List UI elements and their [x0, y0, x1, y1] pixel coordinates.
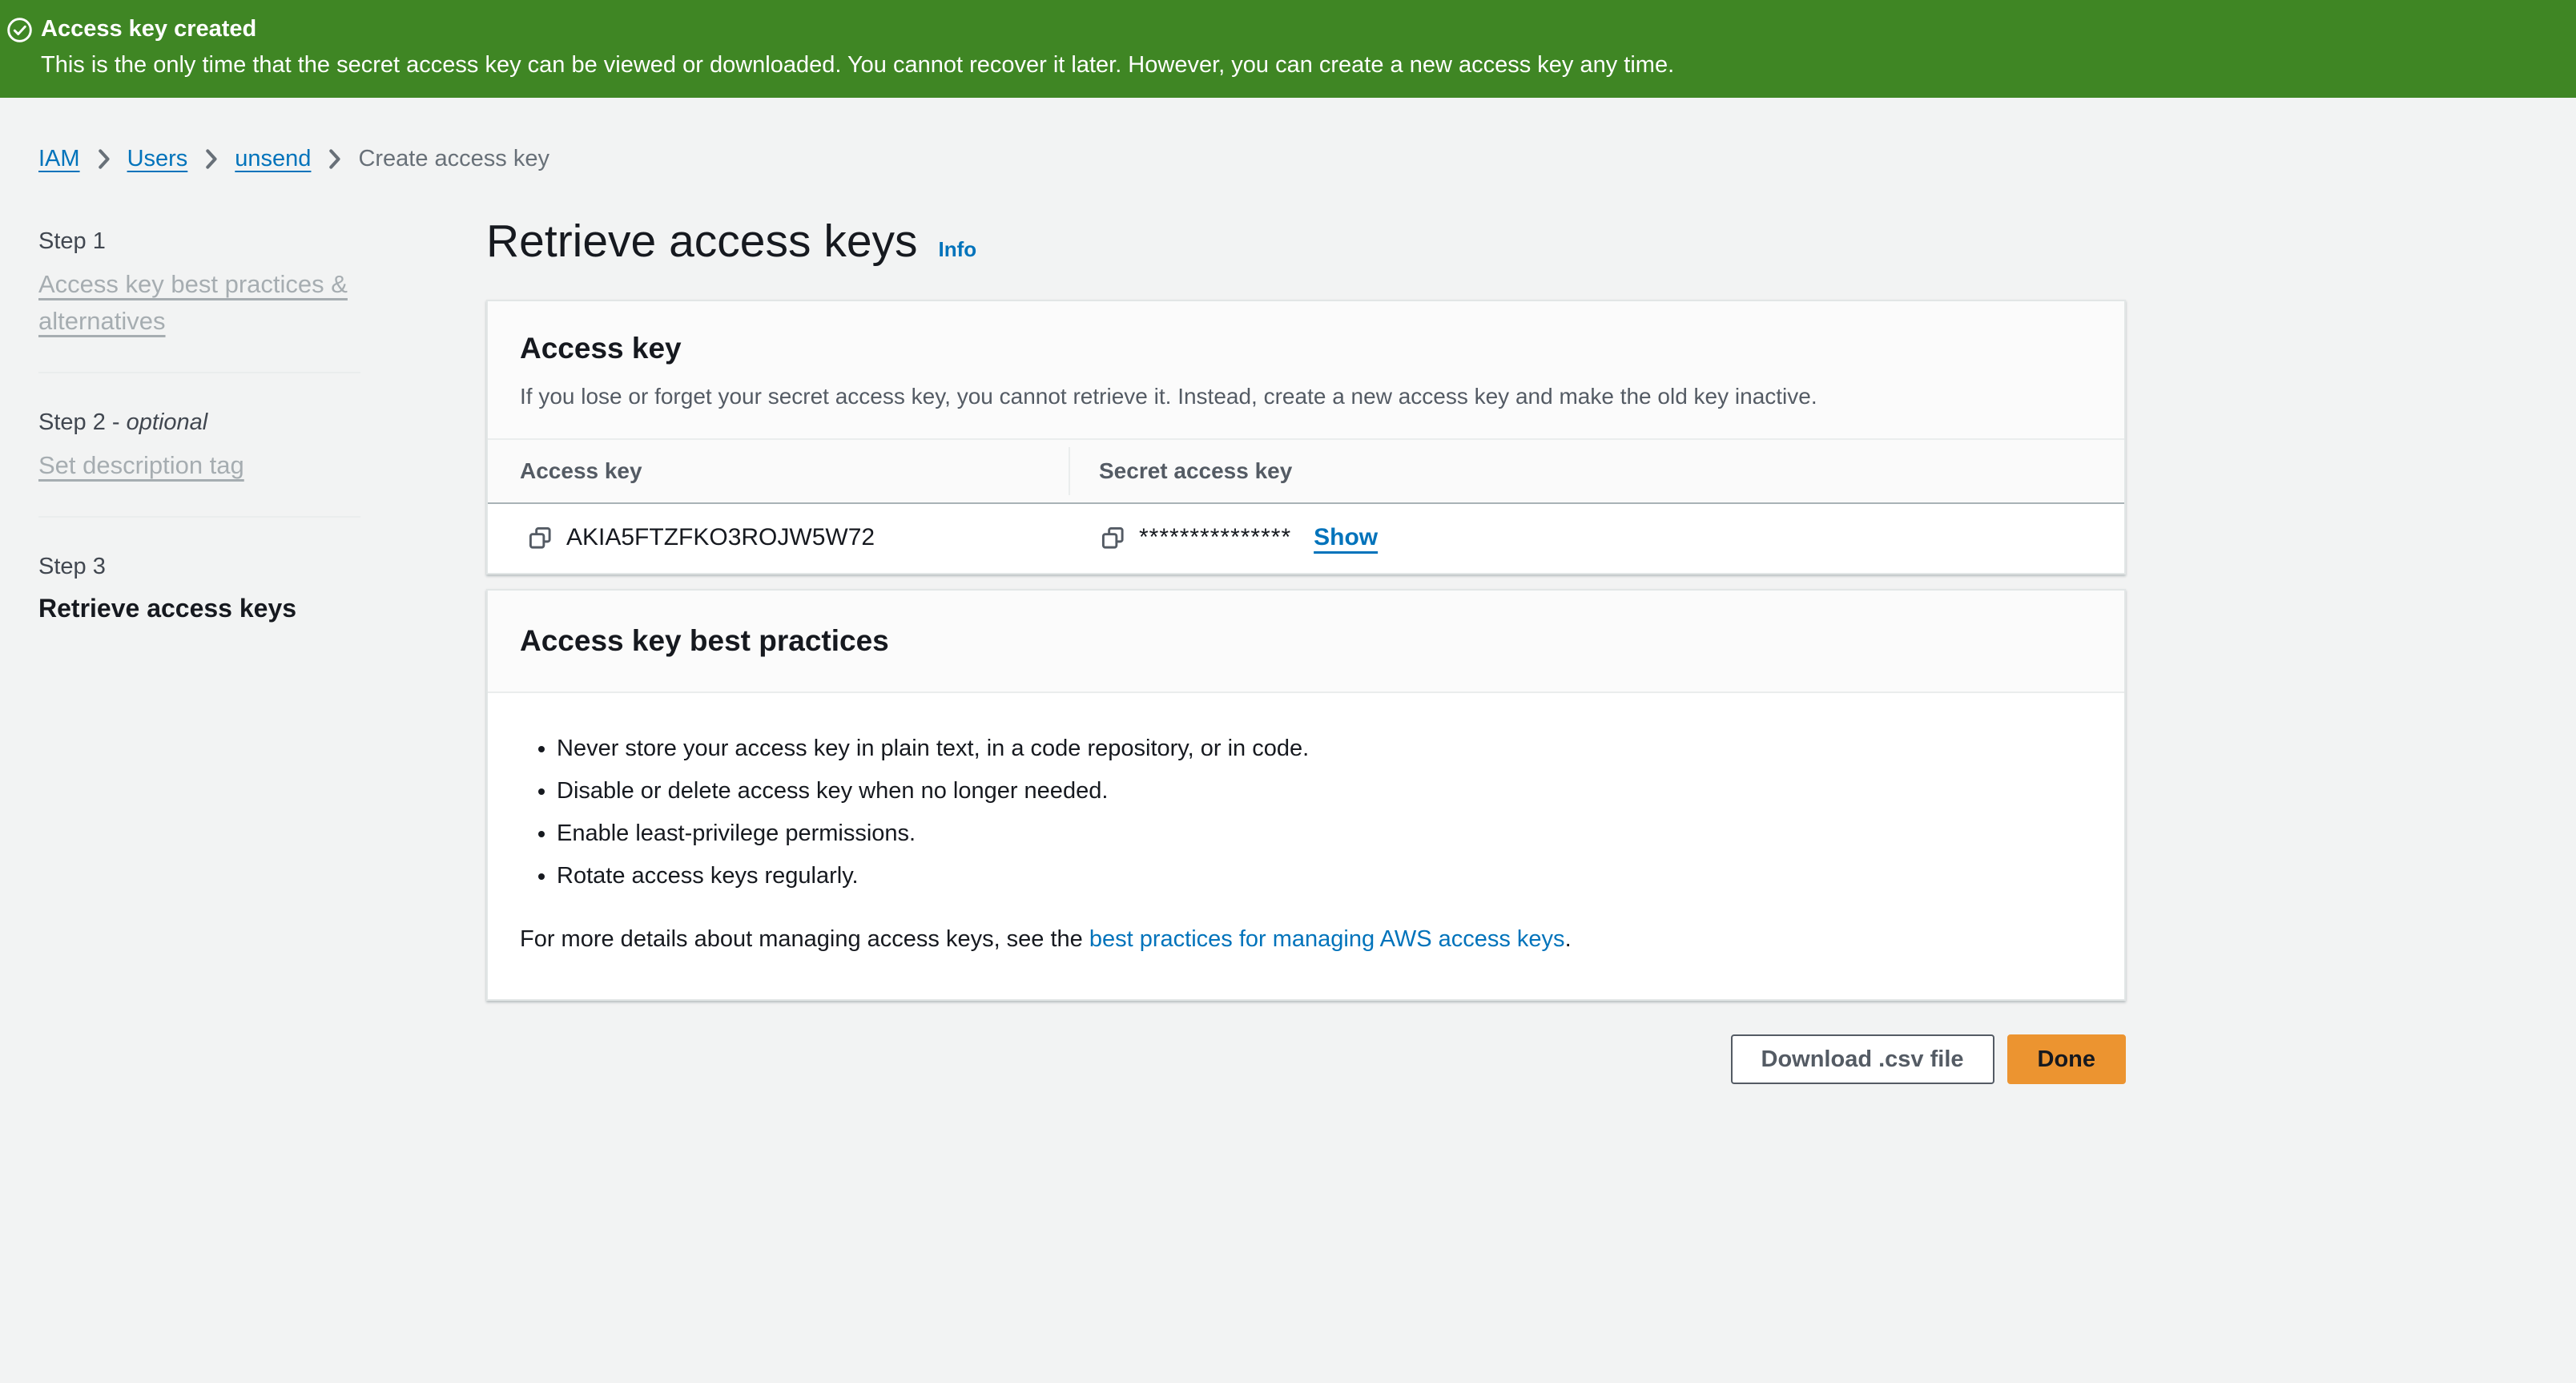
done-button[interactable]: Done	[2007, 1034, 2127, 1084]
breadcrumb-link-users[interactable]: Users	[127, 144, 188, 173]
page-title-row: Retrieve access keys Info	[486, 215, 2126, 268]
column-header-secret-access-key: Secret access key	[1069, 440, 2124, 502]
info-link[interactable]: Info	[939, 237, 977, 262]
secret-key-cell: *************** Show	[1069, 524, 2124, 551]
access-key-card-header: Access key If you lose or forget your se…	[488, 301, 2124, 440]
page-root: Access key created This is the only time…	[0, 0, 2576, 1084]
flash-message: This is the only time that the secret ac…	[41, 50, 1674, 80]
breadcrumb-current: Create access key	[358, 144, 549, 173]
column-header-access-key: Access key	[488, 440, 1069, 502]
success-flashbar: Access key created This is the only time…	[0, 0, 2576, 98]
step-divider	[38, 372, 360, 373]
step3-label: Step 3	[38, 551, 360, 582]
wizard-step-1: Step 1 Access key best practices & alter…	[38, 226, 360, 340]
download-csv-button[interactable]: Download .csv file	[1731, 1034, 1994, 1084]
list-item: Rotate access keys regularly.	[557, 862, 2092, 889]
step-divider	[38, 516, 360, 518]
access-key-card-description: If you lose or forget your secret access…	[520, 381, 2092, 411]
page-title: Retrieve access keys	[486, 215, 918, 268]
step2-label: Step 2 - optional	[38, 407, 360, 437]
access-key-cell: AKIA5FTZFKO3ROJW5W72	[488, 524, 1069, 551]
content-layout: Step 1 Access key best practices & alter…	[38, 215, 2576, 1084]
show-secret-link[interactable]: Show	[1314, 524, 1378, 551]
list-item: Disable or delete access key when no lon…	[557, 777, 2092, 804]
best-practices-footer: For more details about managing access k…	[520, 925, 2092, 954]
footer-prefix-text: For more details about managing access k…	[520, 926, 1089, 952]
access-key-value: AKIA5FTZFKO3ROJW5W72	[566, 524, 875, 551]
success-checkmark-icon	[6, 17, 33, 43]
best-practices-link[interactable]: best practices for managing AWS access k…	[1089, 926, 1565, 952]
breadcrumb-link-unsend[interactable]: unsend	[235, 144, 311, 173]
flash-text: Access key created This is the only time…	[41, 14, 1674, 80]
access-key-card: Access key If you lose or forget your se…	[486, 300, 2126, 575]
step3-current-title: Retrieve access keys	[38, 590, 360, 627]
table-header-row: Access key Secret access key	[488, 440, 2124, 504]
step2-link[interactable]: Set description tag	[38, 451, 244, 479]
best-practices-card-header: Access key best practices	[488, 591, 2124, 693]
best-practices-card: Access key best practices Never store yo…	[486, 589, 2126, 1001]
best-practices-list: Never store your access key in plain tex…	[520, 735, 2092, 889]
best-practices-title: Access key best practices	[520, 624, 2092, 658]
access-key-card-title: Access key	[520, 332, 2092, 365]
wizard-step-2: Step 2 - optional Set description tag	[38, 407, 360, 484]
step1-link[interactable]: Access key best practices & alternatives	[38, 270, 348, 335]
copy-secret-key-button[interactable]	[1101, 526, 1125, 550]
breadcrumb: IAM Users unsend Create access key	[38, 144, 2576, 173]
chevron-right-icon	[97, 148, 111, 170]
chevron-right-icon	[204, 148, 218, 170]
wizard-actions: Download .csv file Done	[486, 1034, 2126, 1084]
step1-label: Step 1	[38, 226, 360, 256]
chevron-right-icon	[328, 148, 341, 170]
list-item: Enable least-privilege permissions.	[557, 820, 2092, 847]
breadcrumb-link-iam[interactable]: IAM	[38, 144, 80, 173]
step2-separator: -	[106, 409, 127, 435]
secret-access-key-masked: ***************	[1139, 524, 1291, 551]
step2-optional-text: optional	[127, 409, 208, 435]
best-practices-body: Never store your access key in plain tex…	[488, 693, 2124, 999]
wizard-steps-nav: Step 1 Access key best practices & alter…	[38, 215, 360, 1084]
step2-label-text: Step 2	[38, 409, 106, 435]
copy-access-key-button[interactable]	[528, 526, 553, 550]
access-key-table: Access key Secret access key AKIA5FTZ	[488, 440, 2124, 573]
list-item: Never store your access key in plain tex…	[557, 735, 2092, 762]
column-header-secret-label: Secret access key	[1099, 458, 1292, 483]
table-row: AKIA5FTZFKO3ROJW5W72 *************** Sho…	[488, 504, 2124, 573]
main-content: Retrieve access keys Info Access key If …	[486, 215, 2126, 1084]
flash-title: Access key created	[41, 14, 1674, 44]
footer-suffix-text: .	[1565, 926, 1572, 952]
wizard-step-3: Step 3 Retrieve access keys	[38, 551, 360, 627]
